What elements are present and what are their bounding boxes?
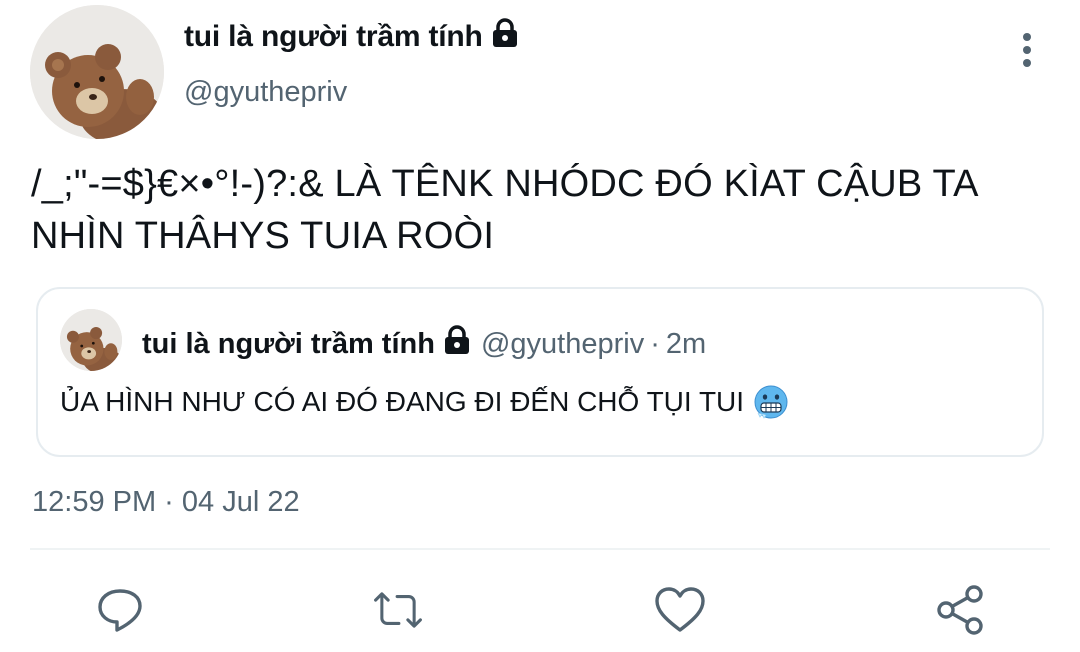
author-avatar[interactable]	[30, 5, 164, 139]
quoted-author-name: tui là người trầm tính	[142, 327, 435, 360]
more-options-icon[interactable]	[1012, 30, 1042, 70]
teddy-bear-avatar-icon	[60, 309, 122, 371]
quoted-tweet-text: ỦA HÌNH NHƯ CÓ AI ĐÓ ĐANG ĐI ĐẾN CHỖ TỤI…	[60, 386, 745, 417]
lock-icon	[443, 325, 471, 363]
lock-icon	[491, 18, 519, 56]
reply-button[interactable]	[94, 584, 146, 636]
cold-face-emoji-icon	[754, 385, 788, 419]
quoted-tweet-text-row: ỦA HÌNH NHƯ CÓ AI ĐÓ ĐANG ĐI ĐẾN CHỖ TỤI…	[60, 385, 788, 419]
tweet-text: /_;"-=$}€×•°!-)?:& LÀ TÊNK NHÓDC ĐÓ KÌAT…	[31, 163, 977, 257]
quoted-author-handle: @gyuthepriv	[480, 327, 645, 360]
reply-icon	[98, 589, 142, 632]
quoted-author-avatar	[60, 309, 122, 371]
tweet-timestamp[interactable]: 12:59 PM · 04 Jul 22	[32, 486, 300, 519]
separator-dot: ·	[650, 327, 660, 360]
retweet-button[interactable]	[372, 584, 424, 636]
heart-icon	[655, 587, 705, 632]
author-name-text: tui là người trầm tính	[184, 20, 483, 53]
quoted-tweet-time: 2m	[665, 327, 707, 360]
divider	[30, 548, 1050, 550]
quoted-tweet-card[interactable]: tui là người trầm tính @gyuthepriv · 2m …	[36, 287, 1044, 457]
share-icon	[937, 585, 983, 635]
share-button[interactable]	[934, 584, 986, 636]
quoted-tweet-header: tui là người trầm tính @gyuthepriv · 2m	[142, 325, 706, 363]
author-display-name[interactable]: tui là người trầm tính	[184, 18, 519, 56]
author-handle[interactable]: @gyuthepriv	[184, 76, 347, 109]
retweet-icon	[374, 592, 422, 628]
teddy-bear-avatar-icon	[30, 5, 164, 139]
like-button[interactable]	[654, 584, 706, 636]
